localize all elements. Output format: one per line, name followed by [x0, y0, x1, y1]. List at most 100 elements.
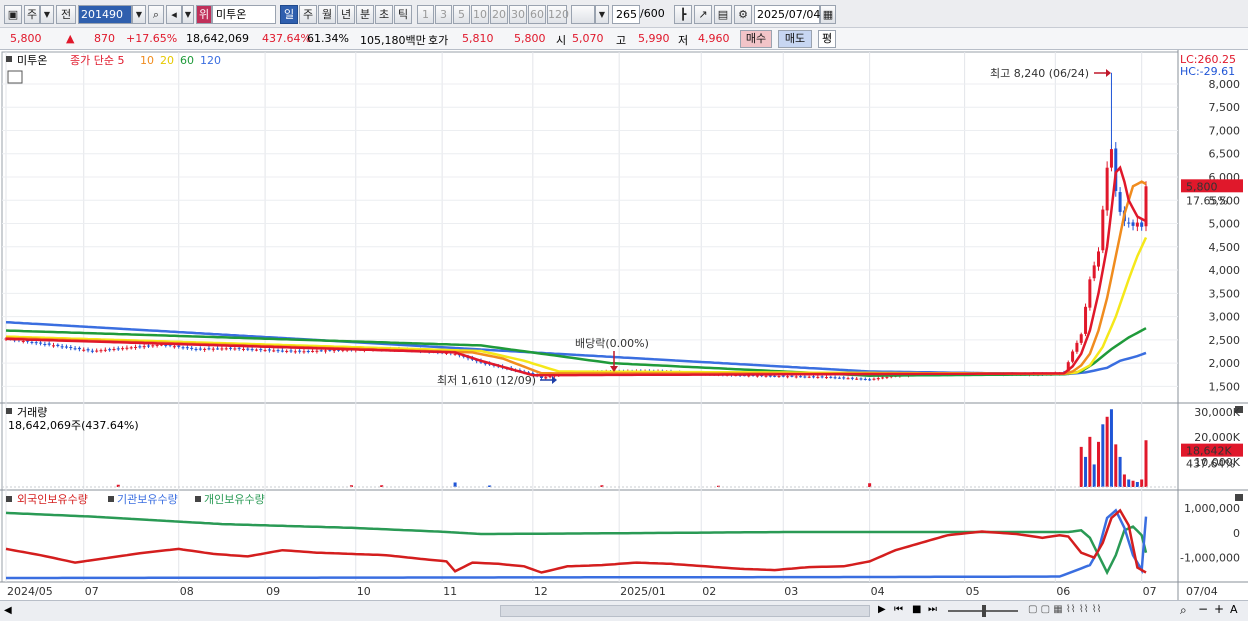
zoom-slider-handle[interactable] [982, 605, 986, 617]
chevron-down-icon[interactable]: ▼ [182, 5, 194, 24]
candle [64, 346, 68, 348]
candle [548, 376, 552, 378]
count-max-label: /600 [640, 7, 665, 20]
volume-value: 18,642,069 [186, 32, 249, 45]
candle [43, 343, 47, 345]
calendar-icon[interactable]: ▦ [820, 5, 836, 24]
date-input[interactable]: 2025/07/04 [754, 5, 820, 24]
candle [280, 350, 284, 352]
candle [47, 343, 51, 345]
warning-badge: 위 [196, 5, 212, 24]
candle [99, 350, 103, 352]
table-icon[interactable] [7, 70, 23, 84]
candle [267, 349, 271, 351]
period-button[interactable]: 주 [299, 5, 317, 24]
price-axis-tick: 3,000 [1209, 311, 1241, 324]
interval-button[interactable]: 3 [435, 5, 452, 24]
interval-button[interactable]: 120 [547, 5, 569, 24]
save-icon[interactable]: ▤ [714, 5, 732, 24]
holdings-axis-tick: -1,000,000 [1180, 552, 1240, 565]
candle [190, 347, 194, 349]
line-tool-icon[interactable]: ↗ [694, 5, 712, 24]
volume-bar [1109, 409, 1113, 487]
gear-icon[interactable]: ⚙ [734, 5, 752, 24]
interval-button[interactable]: 1 [417, 5, 434, 24]
zoom-search-icon[interactable]: ⌕ [1180, 603, 1187, 618]
bid-price-1: 5,810 [462, 32, 494, 45]
period-button[interactable]: 년 [337, 5, 355, 24]
candle [859, 378, 863, 380]
candle [1118, 192, 1122, 212]
low-annotation: 최저 1,610 (12/09) [437, 374, 536, 387]
period-button[interactable]: 틱 [394, 5, 412, 24]
date-axis-tick: 08 [180, 585, 194, 598]
panel-menu-icon[interactable] [195, 496, 201, 502]
volume-bar [1092, 464, 1096, 487]
window-menu-icon[interactable]: ▣ [4, 5, 22, 24]
code-dropdown-icon[interactable]: ▼ [132, 5, 146, 24]
prev-button[interactable]: 전 [56, 5, 76, 24]
speaker-icon[interactable]: ◂ [166, 5, 182, 24]
candle [138, 346, 142, 348]
interval-button[interactable]: 30 [509, 5, 527, 24]
interval-button[interactable]: 10 [471, 5, 489, 24]
chart-area[interactable]: 미투온 종가 단순 5 10 20 60 120 LC:260.25 HC:-2… [0, 50, 1248, 600]
candle [108, 349, 112, 351]
panel-menu-icon[interactable] [108, 496, 114, 502]
candle [790, 375, 794, 377]
candle [768, 375, 772, 377]
candle [872, 378, 876, 380]
forward-icon[interactable]: ⏭ [928, 604, 937, 615]
interval-button[interactable]: 20 [490, 5, 508, 24]
stop-icon[interactable]: ■ [912, 604, 921, 615]
period-button[interactable]: 월 [318, 5, 336, 24]
candle [820, 376, 824, 378]
candle [293, 351, 297, 353]
interval-button[interactable]: 60 [528, 5, 546, 24]
panel-menu-icon[interactable] [6, 56, 12, 62]
candle [1140, 222, 1144, 227]
candle [755, 375, 759, 377]
search-icon[interactable]: ⌕ [148, 5, 164, 24]
tool-icons[interactable]: ▢ ▢ ▦ ⌇⌇ ⌇⌇ ⌇⌇ [1028, 604, 1102, 615]
period-button[interactable]: 초 [375, 5, 393, 24]
chart-type-icon[interactable]: ┣ [674, 5, 692, 24]
volume-bar [1101, 424, 1105, 487]
stock-code-input[interactable]: 201490 [78, 5, 132, 24]
period-button[interactable]: 분 [356, 5, 374, 24]
evaluate-button[interactable]: 평 [818, 30, 836, 48]
candle [289, 350, 293, 352]
volume-axis-tick: 30,000K [1194, 406, 1240, 419]
panel-close-icon[interactable] [1235, 494, 1243, 501]
candle [82, 349, 86, 351]
market-type-select[interactable]: 주 [24, 5, 40, 24]
price-axis-tick: 8,000 [1209, 78, 1241, 91]
candle [203, 348, 207, 350]
candle [103, 349, 107, 351]
candle [876, 378, 880, 380]
candle [129, 347, 133, 349]
stock-name-field[interactable]: 미투온 [212, 5, 276, 24]
chevron-down-icon[interactable]: ▼ [595, 5, 609, 24]
unit-select[interactable] [571, 5, 595, 24]
count-input[interactable]: 265 [612, 5, 640, 24]
candle [185, 347, 189, 349]
scroll-thumb[interactable] [500, 605, 870, 617]
scroll-left-icon[interactable]: ◀ [4, 605, 12, 616]
candle [147, 345, 150, 347]
buy-button[interactable]: 매수 [740, 30, 772, 48]
zoom-out-icon[interactable]: − [1198, 602, 1208, 616]
panel-menu-icon[interactable] [6, 496, 12, 502]
font-size-icon[interactable]: A [1230, 603, 1238, 616]
panel-menu-icon[interactable] [6, 408, 12, 414]
period-button[interactable]: 일 [280, 5, 298, 24]
candle [125, 347, 129, 349]
zoom-in-icon[interactable]: + [1214, 602, 1224, 616]
sell-button[interactable]: 매도 [778, 30, 812, 48]
scroll-right-icon[interactable]: ▶ [878, 604, 886, 615]
chart-scrollbar[interactable]: ◀ ▶ ⏮ ■ ⏭ ▢ ▢ ▦ ⌇⌇ ⌇⌇ ⌇⌇ ⌕ − + A [0, 600, 1248, 621]
rewind-icon[interactable]: ⏮ [894, 604, 903, 615]
chevron-down-icon[interactable]: ▼ [40, 5, 54, 24]
date-axis-tick: 07 [85, 585, 99, 598]
interval-button[interactable]: 5 [453, 5, 470, 24]
